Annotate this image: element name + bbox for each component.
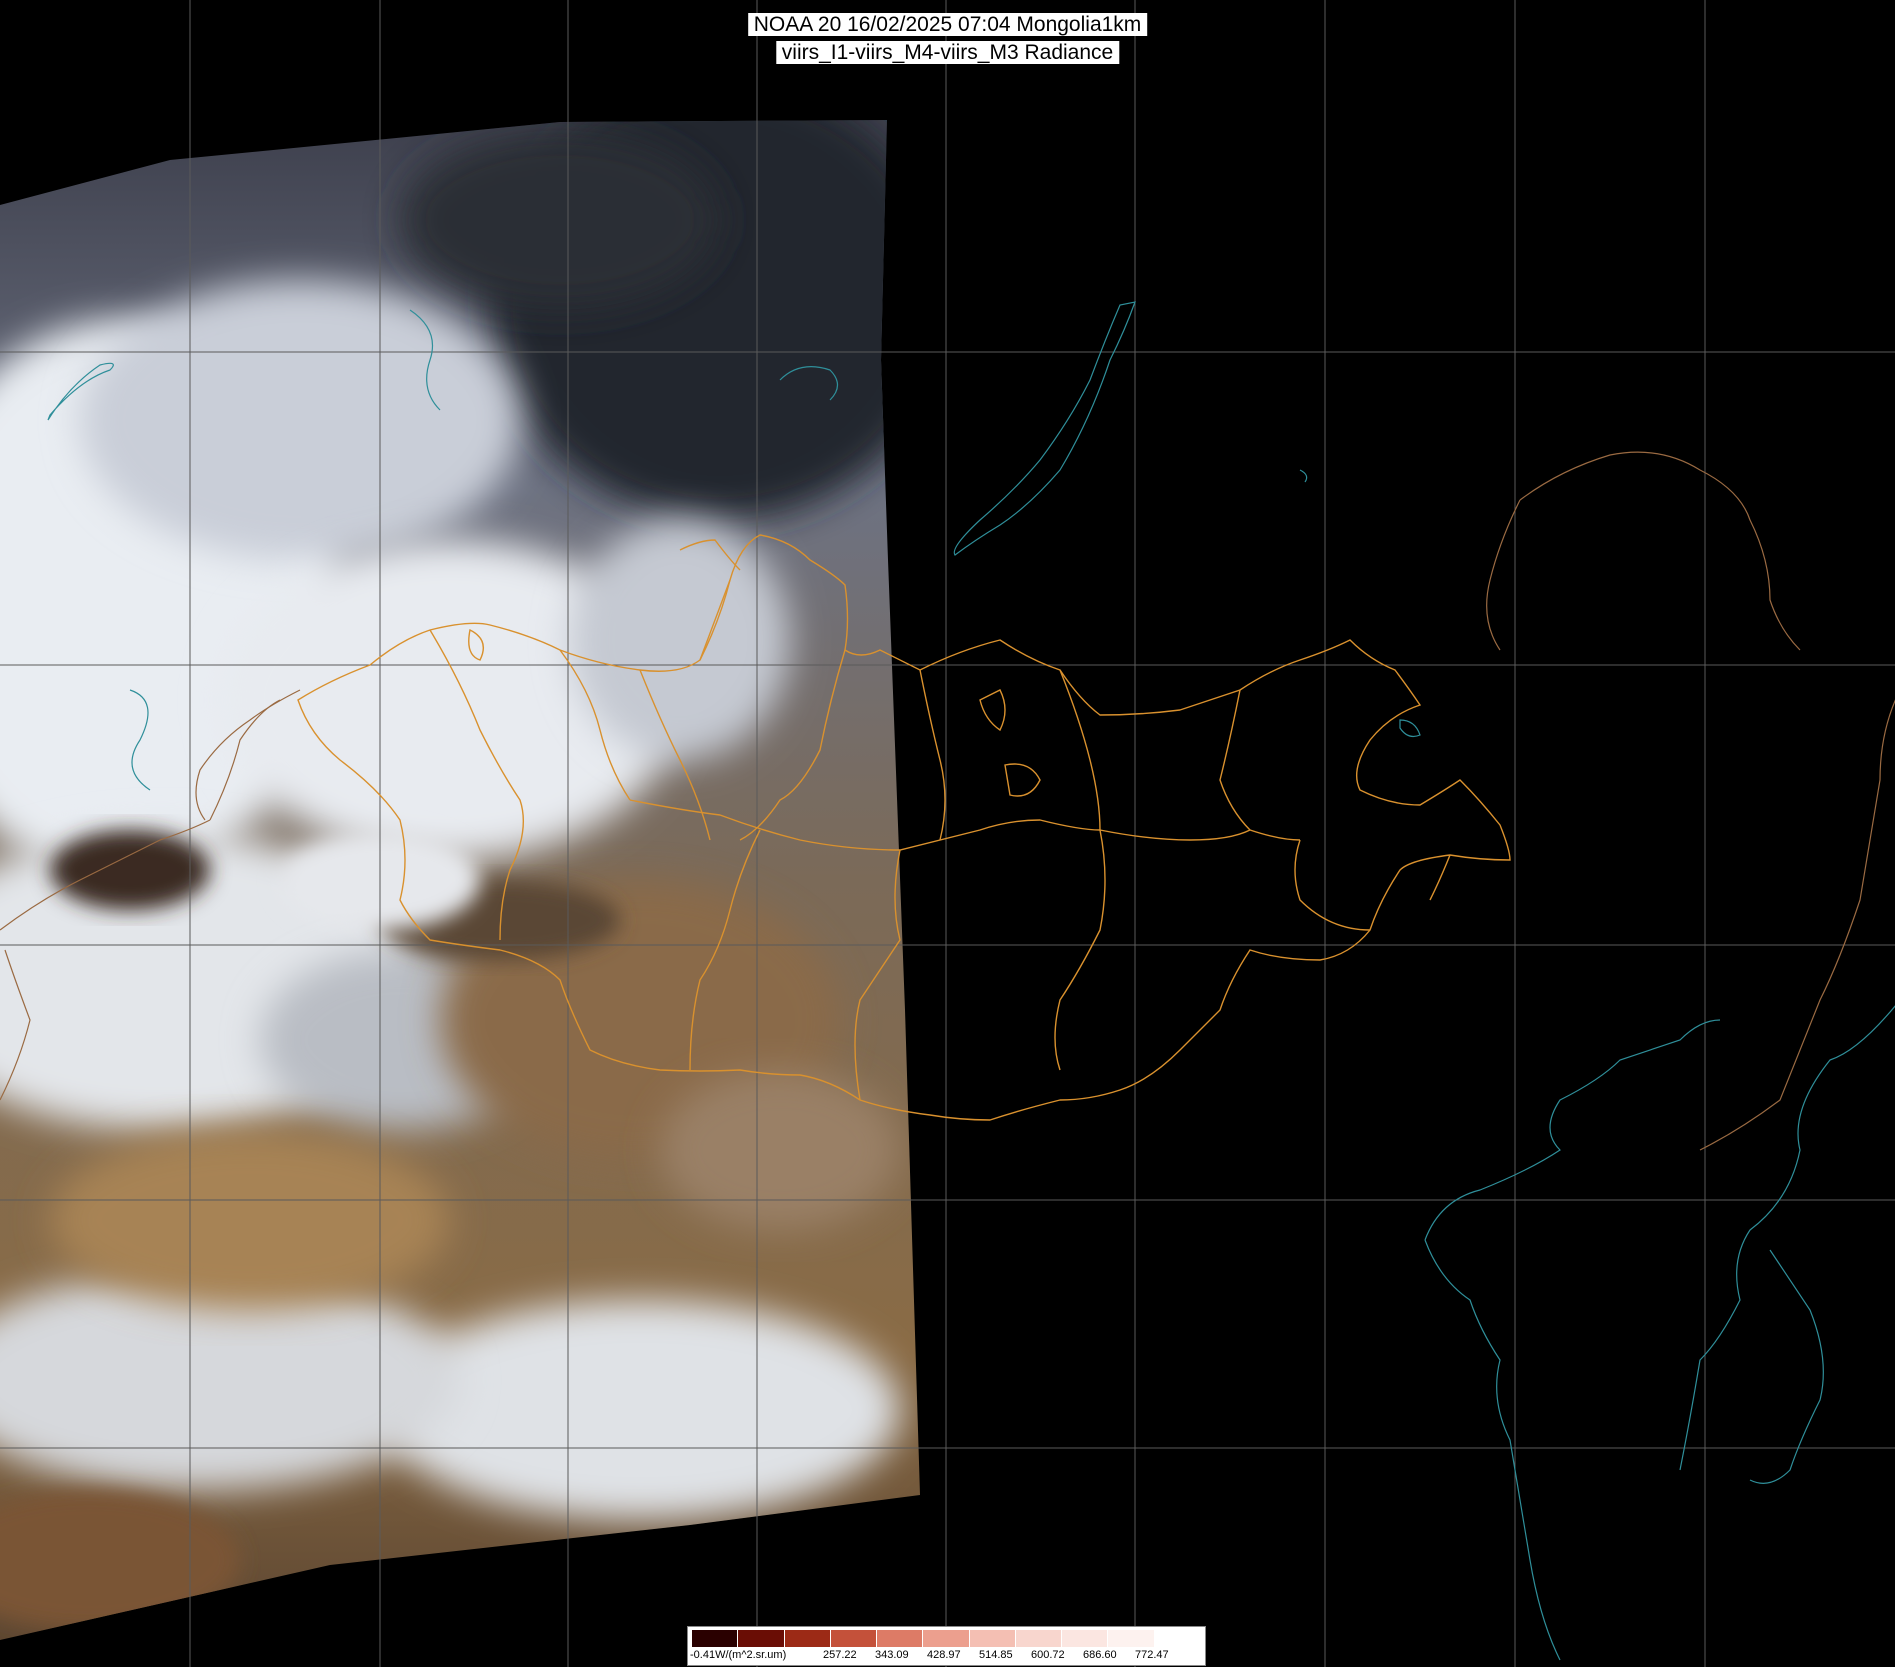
- colorbar-unit-label: -0.41W/(m^2.sr.um): [690, 1649, 787, 1661]
- colorbar-tick-label: 600.72: [1031, 1649, 1065, 1661]
- colorbar-swatch: [738, 1630, 785, 1647]
- colorbar-tick-label: 343.09: [875, 1649, 909, 1661]
- colorbar-swatch: [784, 1630, 831, 1647]
- colorbar-swatch: [692, 1630, 739, 1647]
- colorbar-swatch: [877, 1630, 924, 1647]
- satellite-map: [0, 0, 1895, 1667]
- title-line-2: viirs_I1-viirs_M4-viirs_M3 Radiance: [775, 41, 1120, 64]
- colorbar-tick-label: 428.97: [927, 1649, 961, 1661]
- colorbar-swatch: [830, 1630, 878, 1647]
- colorbar-swatch: [923, 1630, 970, 1647]
- title-line-1: NOAA 20 16/02/2025 07:04 Mongolia1km: [747, 13, 1148, 36]
- colorbar-tick-label: 257.22: [823, 1649, 857, 1661]
- colorbar-legend: -0.41W/(m^2.sr.um) 257.22 343.09 428.97 …: [687, 1626, 1206, 1666]
- colorbar-tick-label: 772.47: [1135, 1649, 1169, 1661]
- colorbar-tick-label: 686.60: [1083, 1649, 1117, 1661]
- satellite-image-viewer: NOAA 20 16/02/2025 07:04 Mongolia1km vii…: [0, 0, 1895, 1667]
- colorbar-swatch: [1015, 1630, 1063, 1647]
- colorbar-tick-label: 514.85: [979, 1649, 1013, 1661]
- colorbar-swatches: [692, 1630, 1201, 1647]
- satellite-swath: [0, 120, 920, 1640]
- colorbar-swatch: [1108, 1630, 1155, 1647]
- colorbar-swatch: [1154, 1630, 1201, 1647]
- colorbar-labels: -0.41W/(m^2.sr.um) 257.22 343.09 428.97 …: [688, 1648, 1205, 1664]
- colorbar-swatch: [969, 1630, 1016, 1647]
- colorbar-swatch: [1062, 1630, 1109, 1647]
